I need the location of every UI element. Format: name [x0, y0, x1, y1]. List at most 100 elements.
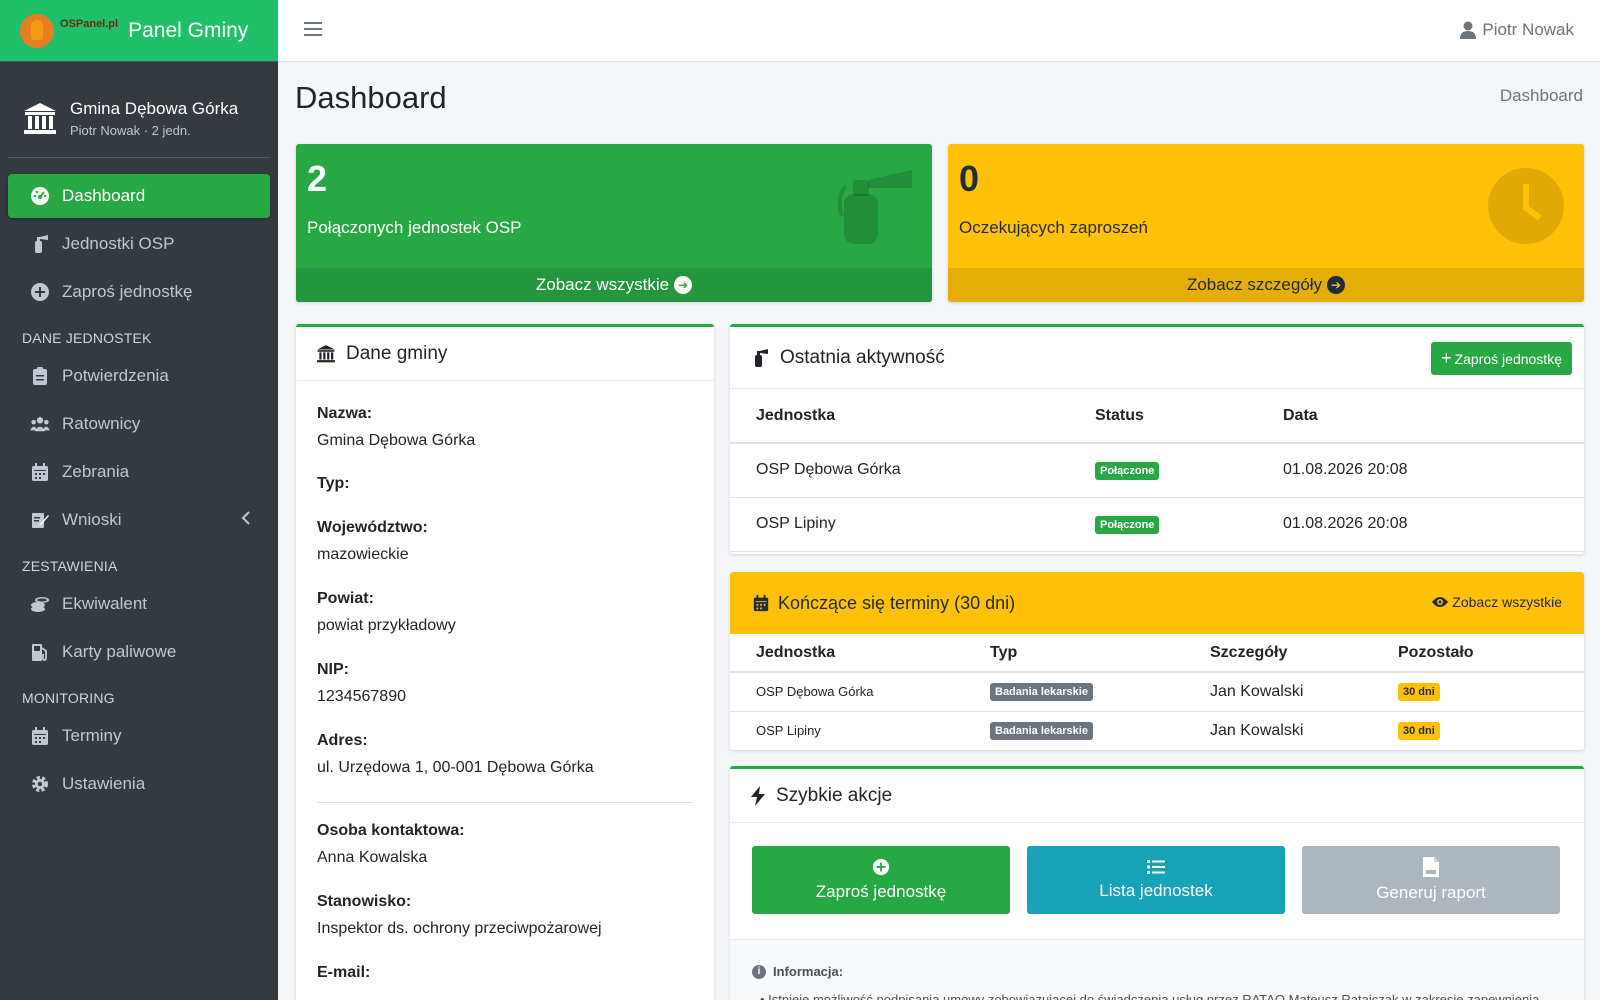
institution-icon — [317, 344, 335, 362]
activity-card-header: Ostatnia aktywność + Zaproś jednostkę — [730, 327, 1584, 389]
quick-actions-card: Szybkie akcje Zaproś jednostkę Lista jed… — [730, 766, 1584, 1000]
top-navbar: Piotr Nowak — [278, 0, 1600, 62]
menu-toggle-icon[interactable] — [304, 22, 322, 38]
sidebar-item-ratownicy[interactable]: Ratownicy — [8, 402, 270, 446]
info-section: i Informacja: • Istnieje możliwość podpi… — [730, 939, 1584, 1000]
cell-date: 01.08.2026 20:08 — [1257, 497, 1584, 552]
sidebar-item-zebrania[interactable]: Zebrania — [8, 450, 270, 494]
sidebar-item-label: Terminy — [62, 726, 122, 745]
field-label: Województwo: — [317, 519, 428, 536]
stat-pending-link-text: Zobacz szczegóły — [1186, 275, 1323, 294]
invite-unit-button-label: Zaproś jednostkę — [1454, 350, 1562, 367]
field-label: Osoba kontaktowa: — [317, 822, 465, 839]
table-row[interactable]: OSP Lipiny Połączone 01.08.2026 20:08 — [730, 497, 1584, 552]
cell-unit: OSP Dębowa Górka — [730, 672, 964, 712]
field-typ: Typ: — [296, 475, 350, 493]
fire-extinguisher-icon — [837, 170, 912, 244]
remaining-badge: 30 dni — [1398, 722, 1440, 740]
quick-invite-button[interactable]: Zaproś jednostkę — [752, 846, 1010, 914]
table-header-row: Jednostka Typ Szczegóły Pozostało — [730, 634, 1584, 673]
column-header[interactable]: Status — [1069, 389, 1257, 444]
status-badge: Połączone — [1095, 515, 1160, 534]
info-text: • Istnieje możliwość podpisania umowy zo… — [760, 992, 1539, 1000]
activity-card-title: Ostatnia aktywność — [780, 346, 945, 368]
cell-status: Połączone — [1069, 443, 1257, 498]
stat-pending-link[interactable]: Zobacz szczegóły ➔ — [948, 268, 1584, 302]
stat-connected-link-text: Zobacz wszystkie — [535, 275, 670, 294]
cell-date: 01.08.2026 20:08 — [1257, 443, 1584, 498]
top-user-menu[interactable]: Piotr Nowak — [1460, 20, 1574, 40]
cell-type: Badania lekarskie — [964, 711, 1184, 750]
invite-unit-button[interactable]: + Zaproś jednostkę — [1431, 342, 1572, 375]
calendar-icon — [30, 462, 50, 482]
sidebar-item-dashboard[interactable]: Dashboard — [8, 174, 270, 218]
sidebar-item-label: Ekwiwalent — [62, 594, 148, 613]
table-row[interactable]: OSP Dębowa Górka Badania lekarskie Jan K… — [730, 672, 1584, 712]
plus-icon: + — [1441, 348, 1452, 368]
cell-details: Jan Kowalski — [1184, 711, 1372, 750]
info-text-content: Istnieje możliwość podpisania umowy zobo… — [768, 992, 1540, 1000]
column-header[interactable]: Szczegóły — [1184, 634, 1372, 673]
quick-report-button[interactable]: Generuj raport — [1302, 846, 1560, 914]
sidebar-item-zapros[interactable]: Zaproś jednostkę — [8, 270, 270, 314]
sidebar-item-potwierdzenia[interactable]: Potwierdzenia — [8, 354, 270, 398]
gas-pump-icon — [30, 642, 50, 662]
sidebar-item-terminy[interactable]: Terminy — [8, 714, 270, 758]
field-label: Stanowisko: — [317, 893, 412, 910]
info-title: i Informacja: — [752, 964, 843, 979]
calendar-icon — [30, 726, 50, 746]
fire-extinguisher-icon — [755, 348, 768, 367]
plus-circle-icon — [30, 282, 50, 302]
field-value: Anna Kowalska — [317, 849, 428, 866]
sidebar-item-label: Ustawienia — [62, 774, 146, 793]
column-header[interactable]: Typ — [964, 634, 1184, 673]
breadcrumb[interactable]: Dashboard — [1500, 86, 1583, 106]
sidebar-item-wnioski[interactable]: Wnioski — [8, 498, 270, 542]
dashboard-icon — [30, 186, 50, 206]
status-badge: Połączone — [1095, 461, 1160, 480]
quick-list-button[interactable]: Lista jednostek — [1027, 846, 1285, 914]
osp-logo-icon — [20, 13, 54, 48]
chevron-left-icon — [240, 510, 252, 531]
table-row[interactable]: OSP Dębowa Górka Połączone 01.08.2026 20… — [730, 443, 1584, 498]
cell-remaining: 30 dni — [1372, 711, 1584, 750]
field-value: Inspektor ds. ochrony przeciwpożarowej — [317, 920, 602, 937]
terms-see-all-label: Zobacz wszystkie — [1452, 594, 1562, 610]
terms-see-all-link[interactable]: Zobacz wszystkie — [1432, 594, 1562, 610]
recent-activity-card: Ostatnia aktywność + Zaproś jednostkę Je… — [730, 324, 1584, 554]
column-header[interactable]: Jednostka — [730, 389, 1069, 444]
quick-card-header: Szybkie akcje — [730, 769, 1584, 823]
sidebar-item-ekwiwalent[interactable]: Ekwiwalent — [8, 582, 270, 626]
edit-icon — [30, 510, 50, 530]
column-header[interactable]: Jednostka — [730, 634, 964, 673]
stat-connected-label: Połączonych jednostek OSP — [307, 218, 522, 237]
field-email: E-mail: — [296, 964, 370, 982]
stat-connected-link[interactable]: Zobacz wszystkie ➔ — [296, 268, 932, 302]
column-header[interactable]: Data — [1257, 389, 1584, 444]
nav-header-monitoring: MONITORING — [22, 690, 115, 706]
table-row[interactable]: OSP Lipiny Badania lekarskie Jan Kowalsk… — [730, 711, 1584, 750]
field-value: powiat przykładowy — [317, 617, 456, 634]
sidebar-item-label: Karty paliwowe — [62, 642, 177, 661]
field-value: 1234567890 — [317, 688, 406, 705]
calendar-icon — [753, 594, 769, 612]
sidebar-item-label: Zebrania — [62, 462, 130, 481]
sidebar-item-label: Dashboard — [62, 186, 146, 205]
sidebar-item-ustawienia[interactable]: Ustawienia — [8, 762, 270, 806]
sidebar-item-label: Ratownicy — [62, 414, 141, 433]
sidebar-nav: Dashboard Jednostki OSP Zaproś jednostkę… — [0, 158, 278, 806]
info-title-text: Informacja: — [773, 964, 844, 979]
sidebar-item-jednostki[interactable]: Jednostki OSP — [8, 222, 270, 266]
gmina-subtitle: Piotr Nowak · 2 jedn. — [70, 123, 191, 138]
fire-extinguisher-icon — [30, 234, 50, 254]
arrow-circle-right-icon: ➔ — [1327, 276, 1346, 294]
cell-remaining: 30 dni — [1372, 672, 1584, 712]
user-panel[interactable]: Gmina Dębowa Górka Piotr Nowak · 2 jedn. — [8, 62, 270, 158]
sidebar-item-karty-paliwowe[interactable]: Karty paliwowe — [8, 630, 270, 674]
info-circle-icon: i — [752, 964, 766, 979]
field-nazwa: Nazwa: Gmina Dębowa Górka — [296, 405, 475, 450]
column-header[interactable]: Pozostało — [1372, 634, 1584, 673]
brand-link[interactable]: OSPanel.pl Panel Gminy — [0, 0, 278, 62]
eye-icon — [1432, 597, 1449, 607]
type-badge: Badania lekarskie — [990, 722, 1093, 740]
